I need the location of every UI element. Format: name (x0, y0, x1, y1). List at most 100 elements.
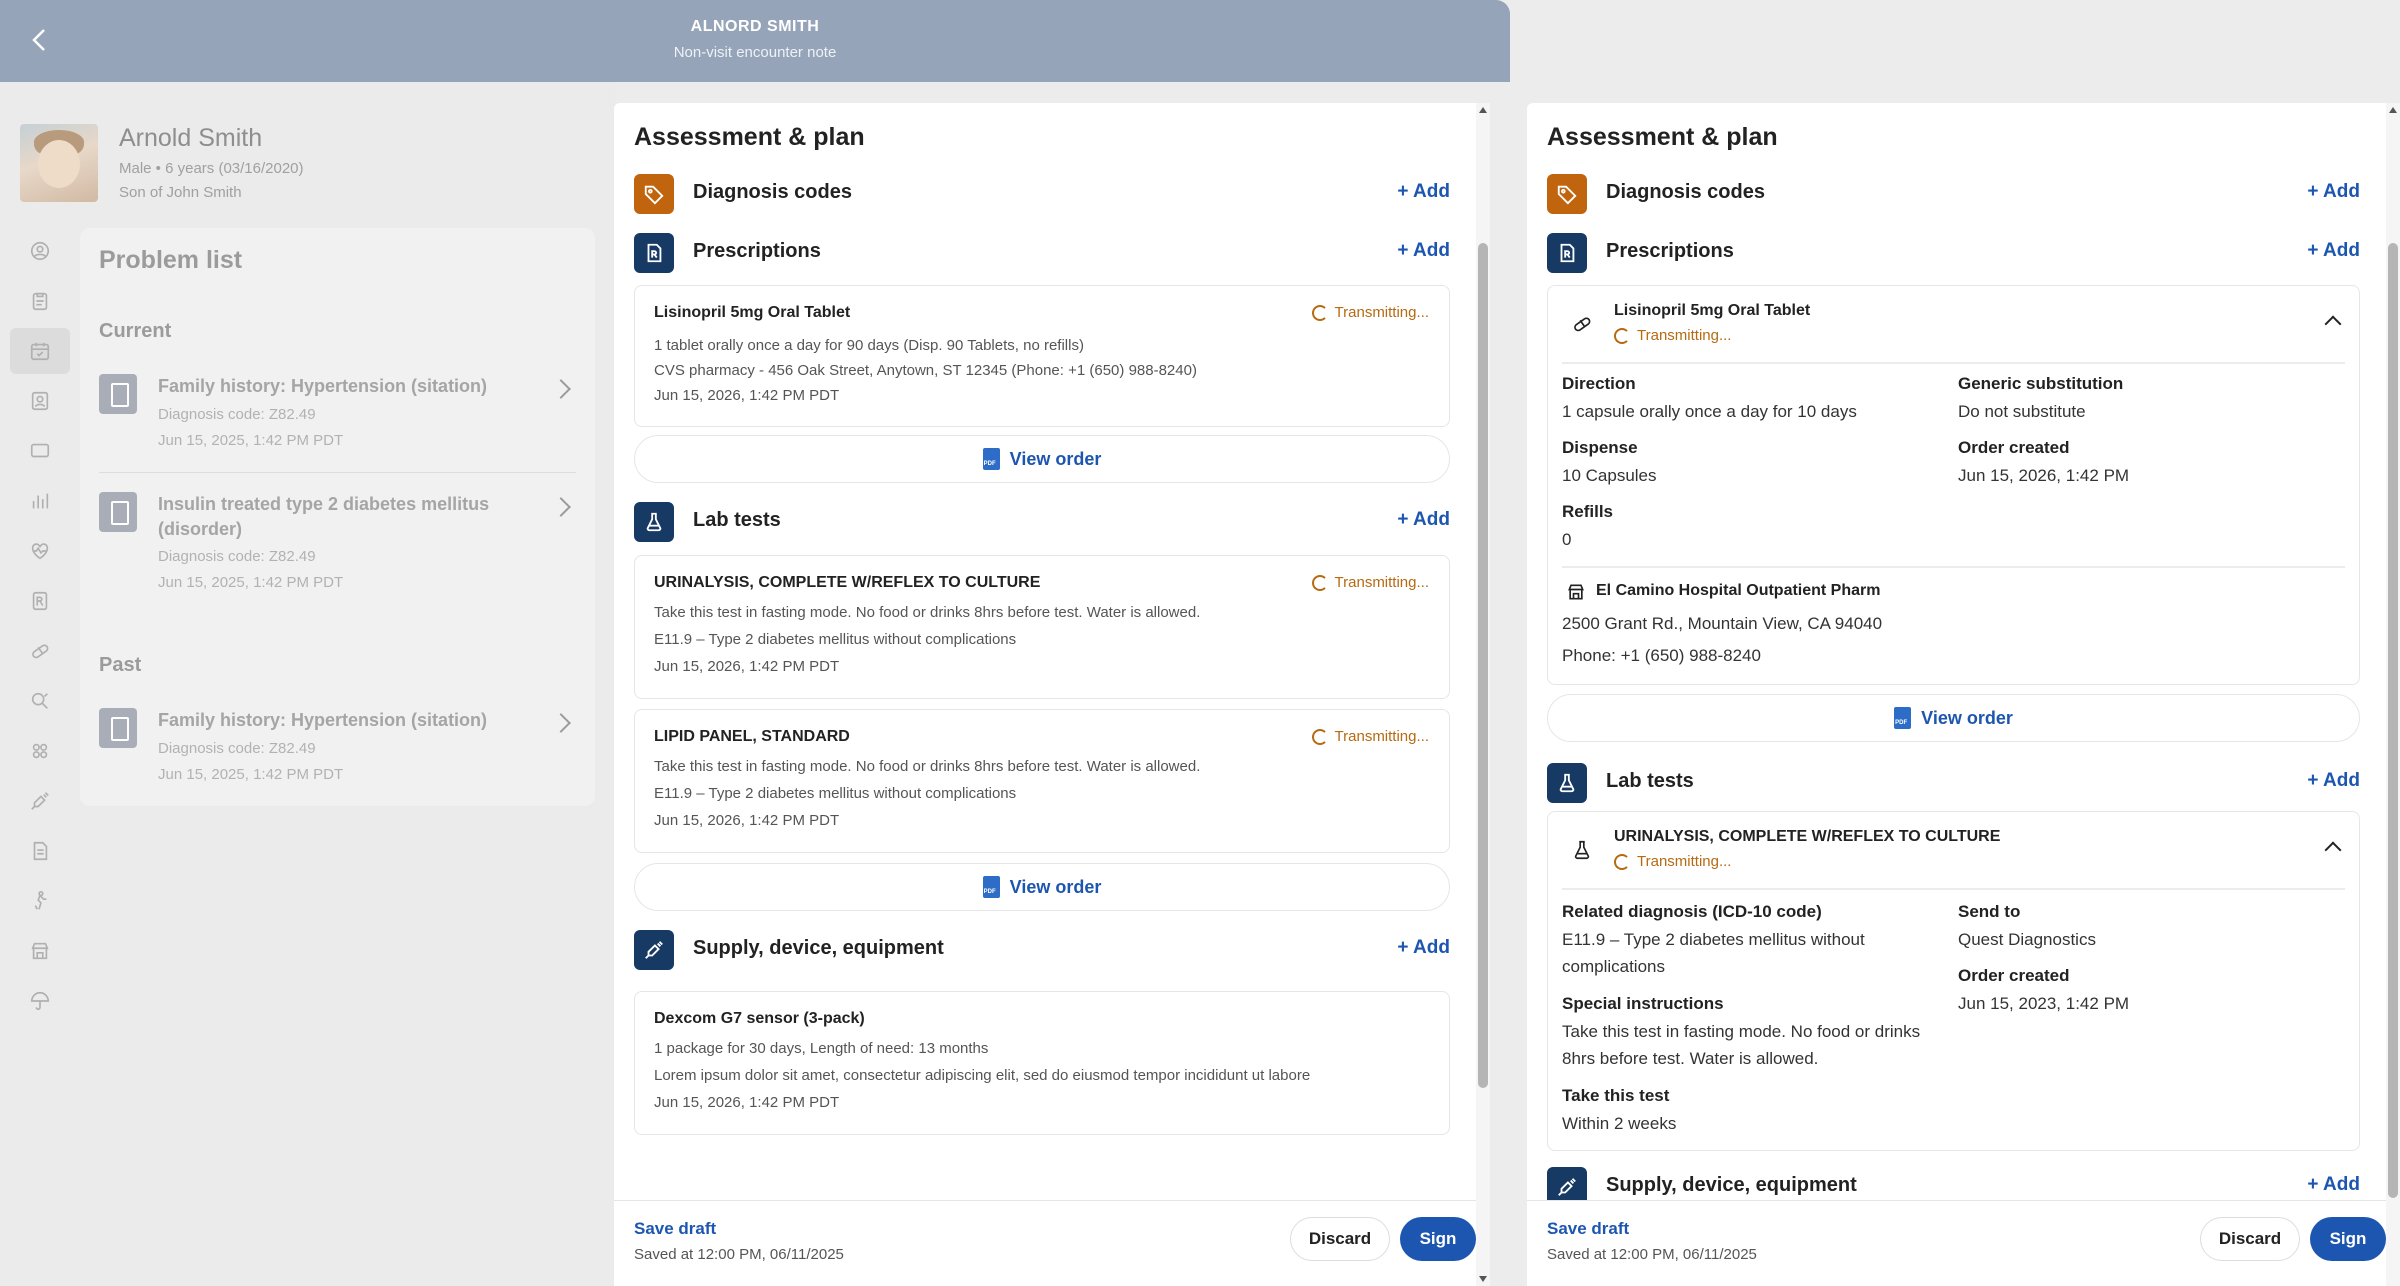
supply-section: Supply, device, equipment + Add (634, 930, 1450, 970)
add-lab-button[interactable]: + Add (2307, 770, 2360, 792)
discard-button[interactable]: Discard (1290, 1217, 1390, 1261)
store-icon[interactable] (10, 928, 70, 974)
lab-card[interactable]: URINALYSIS, COMPLETE W/REFLEX TO CULTURE… (634, 555, 1450, 699)
sync-icon (1311, 728, 1328, 745)
scroll-up-icon[interactable] (2389, 107, 2397, 113)
problem-list-title: Problem list (99, 246, 243, 274)
patient-relation: Son of John Smith (119, 184, 242, 201)
rx-line: CVS pharmacy - 456 Oak Street, Anytown, … (654, 362, 1197, 379)
chevron-right-icon[interactable] (551, 713, 571, 733)
add-diagnosis-button[interactable]: + Add (1397, 181, 1450, 203)
flask-icon (634, 502, 674, 542)
panel-footer: Save draft Saved at 12:00 PM, 06/11/2025… (1527, 1200, 2386, 1286)
field-label: Take this test (1562, 1086, 1670, 1105)
problem-date: Jun 15, 2025, 1:42 PM PDT (158, 432, 344, 449)
scroll-thumb[interactable] (2388, 243, 2398, 1198)
chevron-up-icon[interactable] (2324, 315, 2342, 333)
pdf-icon (982, 448, 1000, 470)
field-value: 1 capsule orally once a day for 10 days (1562, 402, 1857, 421)
chevron-right-icon[interactable] (551, 379, 571, 399)
field-value: Within 2 weeks (1562, 1114, 1677, 1133)
add-prescription-button[interactable]: + Add (2307, 240, 2360, 262)
pdf-icon (982, 876, 1000, 898)
lab-card[interactable]: LIPID PANEL, STANDARD Transmitting... Ta… (634, 709, 1450, 853)
problem-item[interactable]: Family history: Hypertension (sitation) … (99, 374, 576, 454)
person-icon[interactable] (10, 228, 70, 274)
save-draft-link[interactable]: Save draft (634, 1219, 716, 1239)
supply-card[interactable]: Dexcom G7 sensor (3-pack) 1 package for … (634, 991, 1450, 1135)
pdf-icon (1894, 707, 1912, 729)
prescription-icon (634, 233, 674, 273)
problem-date: Jun 15, 2025, 1:42 PM PDT (158, 766, 344, 783)
lab-line: E11.9 – Type 2 diabetes mellitus without… (654, 785, 1017, 802)
prescriptions-section: Prescriptions + Add (634, 233, 1450, 273)
panel-title: Assessment & plan (1547, 123, 1778, 151)
view-order-button[interactable]: View order (634, 863, 1450, 911)
prescriptions-section: Prescriptions + Add (1547, 233, 2360, 273)
view-order-button[interactable]: View order (634, 435, 1450, 483)
chevron-right-icon[interactable] (551, 497, 571, 517)
field-value: E11.9 – Type 2 diabetes mellitus without… (1562, 930, 1865, 976)
document-icon[interactable] (10, 828, 70, 874)
scroll-thumb[interactable] (1478, 243, 1488, 1088)
field-value: 10 Capsules (1562, 466, 1657, 485)
prescription-icon[interactable] (10, 578, 70, 624)
transmitting-status: Transmitting... (1311, 574, 1429, 591)
scrollbar[interactable] (1476, 103, 1490, 1286)
discard-button[interactable]: Discard (2200, 1217, 2300, 1261)
prescription-card[interactable]: Lisinopril 5mg Oral Tablet Transmitting.… (634, 285, 1450, 427)
clipboard-icon (99, 374, 137, 414)
umbrella-icon[interactable] (10, 978, 70, 1024)
transmitting-status: Transmitting... (1311, 304, 1429, 321)
walking-person-icon[interactable] (10, 878, 70, 924)
clipboard-icon[interactable] (10, 278, 70, 324)
scroll-up-icon[interactable] (1479, 107, 1487, 113)
pill-icon[interactable] (10, 628, 70, 674)
supply-name: Dexcom G7 sensor (3-pack) (654, 1010, 865, 1027)
problem-item[interactable]: Insulin treated type 2 diabetes mellitus… (99, 492, 576, 592)
calendar-check-icon[interactable] (10, 328, 70, 374)
add-diagnosis-button[interactable]: + Add (2307, 181, 2360, 203)
current-label: Current (99, 320, 172, 342)
problem-code: Diagnosis code: Z82.49 (158, 548, 316, 565)
chat-icon[interactable] (10, 428, 70, 474)
sync-icon (1614, 327, 1630, 344)
sign-button[interactable]: Sign (2310, 1217, 2386, 1261)
field-label: Order created (1958, 966, 2070, 985)
section-label: Lab tests (1606, 770, 1694, 792)
shield-search-icon[interactable] (10, 678, 70, 724)
lab-line: E11.9 – Type 2 diabetes mellitus without… (654, 631, 1017, 648)
chevron-up-icon[interactable] (2324, 841, 2342, 859)
add-supply-button[interactable]: + Add (1397, 937, 1450, 959)
rx-date: Jun 15, 2026, 1:42 PM PDT (654, 387, 840, 404)
status-text: Transmitting... (1637, 853, 1732, 870)
add-lab-button[interactable]: + Add (1397, 509, 1450, 531)
save-draft-link[interactable]: Save draft (1547, 1219, 1629, 1239)
grid-icon[interactable] (10, 728, 70, 774)
lab-name: URINALYSIS, COMPLETE W/REFLEX TO CULTURE (654, 574, 1041, 591)
bar-chart-icon[interactable] (10, 478, 70, 524)
pharmacy-phone: Phone: +1 (650) 988-8240 (1562, 646, 1761, 665)
scrollbar[interactable] (2386, 103, 2400, 1286)
supply-line: 1 package for 30 days, Length of need: 1… (654, 1040, 989, 1057)
section-label: Diagnosis codes (1606, 181, 1765, 203)
supply-date: Jun 15, 2026, 1:42 PM PDT (654, 1094, 840, 1111)
add-supply-button[interactable]: + Add (2307, 1174, 2360, 1196)
divider (1562, 566, 2345, 568)
prescription-icon (1547, 233, 1587, 273)
header-patient-name: ALNORD SMITH (690, 18, 820, 35)
tag-icon (634, 174, 674, 214)
patient-name: Arnold Smith (119, 124, 263, 152)
contact-card-icon[interactable] (10, 378, 70, 424)
view-order-button[interactable]: View order (1547, 694, 2360, 742)
heart-pulse-icon[interactable] (10, 528, 70, 574)
add-prescription-button[interactable]: + Add (1397, 240, 1450, 262)
syringe-icon[interactable] (10, 778, 70, 824)
problem-item[interactable]: Family history: Hypertension (sitation) … (99, 708, 576, 788)
section-label: Lab tests (693, 509, 781, 531)
scroll-down-icon[interactable] (1479, 1276, 1487, 1282)
rx-name: Lisinopril 5mg Oral Tablet (1614, 302, 1811, 319)
status-text: Transmitting... (1334, 728, 1429, 745)
field-label: Order created (1958, 438, 2070, 457)
sign-button[interactable]: Sign (1400, 1217, 1476, 1261)
